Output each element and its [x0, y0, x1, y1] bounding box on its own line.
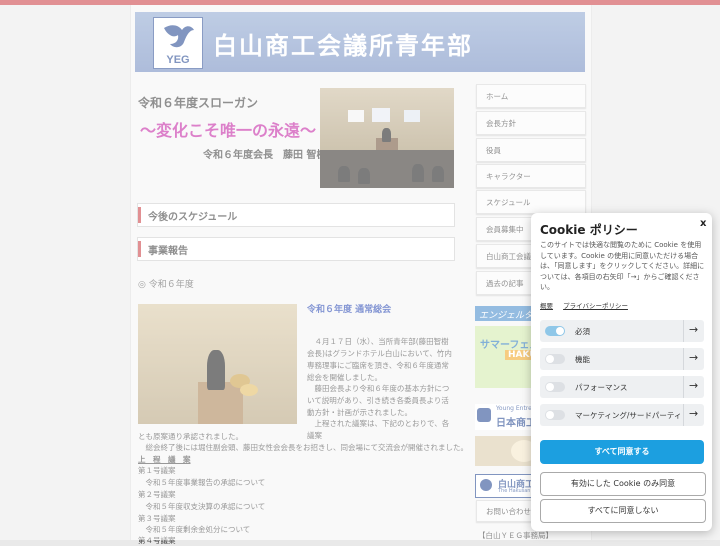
accept-selected-button[interactable]: 有効にした Cookie のみ同意 — [540, 472, 706, 496]
cookie-category-performance[interactable]: パフォーマンス → — [540, 376, 704, 398]
arrow-right-icon[interactable]: → — [689, 351, 698, 364]
cookie-links: 概要 プライバシーポリシー — [540, 300, 636, 310]
summary-link[interactable]: 概要 — [540, 302, 553, 310]
cookie-category-required[interactable]: 必須 → — [540, 320, 704, 342]
performance-toggle[interactable] — [545, 382, 565, 392]
marketing-toggle[interactable] — [545, 410, 565, 420]
cookie-description: このサイトでは快適な閲覧のために Cookie を使用しています。Cookie … — [540, 241, 705, 291]
arrow-right-icon[interactable]: → — [689, 323, 698, 336]
cookie-policy-dialog: x Cookie ポリシー このサイトでは快適な閲覧のために Cookie を使… — [531, 213, 712, 531]
arrow-right-icon[interactable]: → — [689, 407, 698, 420]
reject-all-button[interactable]: すべてに同意しない — [540, 499, 706, 523]
cookie-category-marketing[interactable]: マーケティング/サードパーティ → — [540, 404, 704, 426]
accept-all-button[interactable]: すべて同意する — [540, 440, 704, 464]
required-toggle[interactable] — [545, 326, 565, 336]
cookie-category-functional[interactable]: 機能 → — [540, 348, 704, 370]
cookie-title: Cookie ポリシー — [540, 223, 638, 237]
close-icon[interactable]: x — [700, 218, 706, 229]
arrow-right-icon[interactable]: → — [689, 379, 698, 392]
functional-toggle[interactable] — [545, 354, 565, 364]
privacy-policy-link[interactable]: プライバシーポリシー — [563, 302, 628, 310]
